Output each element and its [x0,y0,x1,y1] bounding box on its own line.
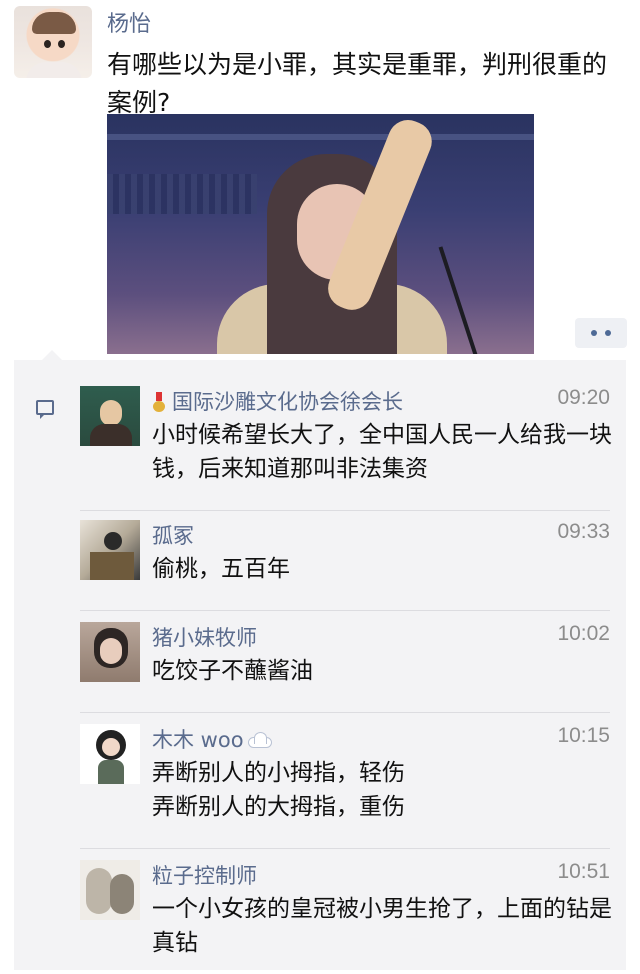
comment-time: 09:20 [557,386,610,409]
divider [80,712,610,713]
avatar[interactable] [80,520,140,580]
more-button[interactable] [575,318,627,348]
comment-author[interactable]: 粒子控制师 [152,860,257,890]
cloud-icon [246,732,272,748]
comment-time: 09:33 [557,520,610,543]
comment-text: 一个小女孩的皇冠被小男生抢了，上面的钻是真钻 [152,896,612,956]
comment-author[interactable]: 木木 woo [152,724,272,754]
divider [80,848,610,849]
comment-item[interactable]: 木木 woo 10:15 弄断别人的小拇指，轻伤 弄断别人的大拇指，重伤 [80,724,610,834]
author-name[interactable]: 杨怡 [107,6,151,38]
comment-item[interactable]: 粒子控制师 10:51 一个小女孩的皇冠被小男生抢了，上面的钻是真钻 [80,860,612,970]
comment-text: 小时候希望长大了，全中国人民一人给我一块钱，后来知道那叫非法集资 [152,422,612,482]
comment-text: 偷桃，五百年 [152,556,290,582]
comment-item[interactable]: 孤冢 09:33 偷桃，五百年 [80,520,610,600]
comment-author[interactable]: 猪小妹牧师 [152,622,257,652]
comment-text: 吃饺子不蘸酱油 [152,658,313,684]
divider [80,510,610,511]
post-text: 有哪些以为是小罪，其实是重罪，判刑很重的案例? [107,50,608,117]
divider [80,610,610,611]
avatar[interactable] [80,860,140,920]
comment-item[interactable]: 猪小妹牧师 10:02 吃饺子不蘸酱油 [80,622,610,702]
medal-icon [152,392,166,412]
comment-section: 国际沙雕文化协会徐会长 09:20 小时候希望长大了，全中国人民一人给我一块钱，… [14,350,626,970]
comment-author[interactable]: 国际沙雕文化协会徐会长 [152,386,403,416]
comment-author[interactable]: 孤冢 [152,520,194,550]
comment-icon [36,400,54,419]
comment-time: 10:51 [557,860,610,883]
post-avatar[interactable] [14,6,92,78]
dot-icon [605,330,611,336]
dot-icon [591,330,597,336]
avatar[interactable] [80,724,140,784]
post-image[interactable] [107,114,534,354]
comment-time: 10:15 [557,724,610,747]
comment-time: 10:02 [557,622,610,645]
comment-item[interactable]: 国际沙雕文化协会徐会长 09:20 小时候希望长大了，全中国人民一人给我一块钱，… [80,386,612,496]
avatar[interactable] [80,622,140,682]
avatar[interactable] [80,386,140,446]
comment-text: 弄断别人的小拇指，轻伤 弄断别人的大拇指，重伤 [152,760,405,820]
